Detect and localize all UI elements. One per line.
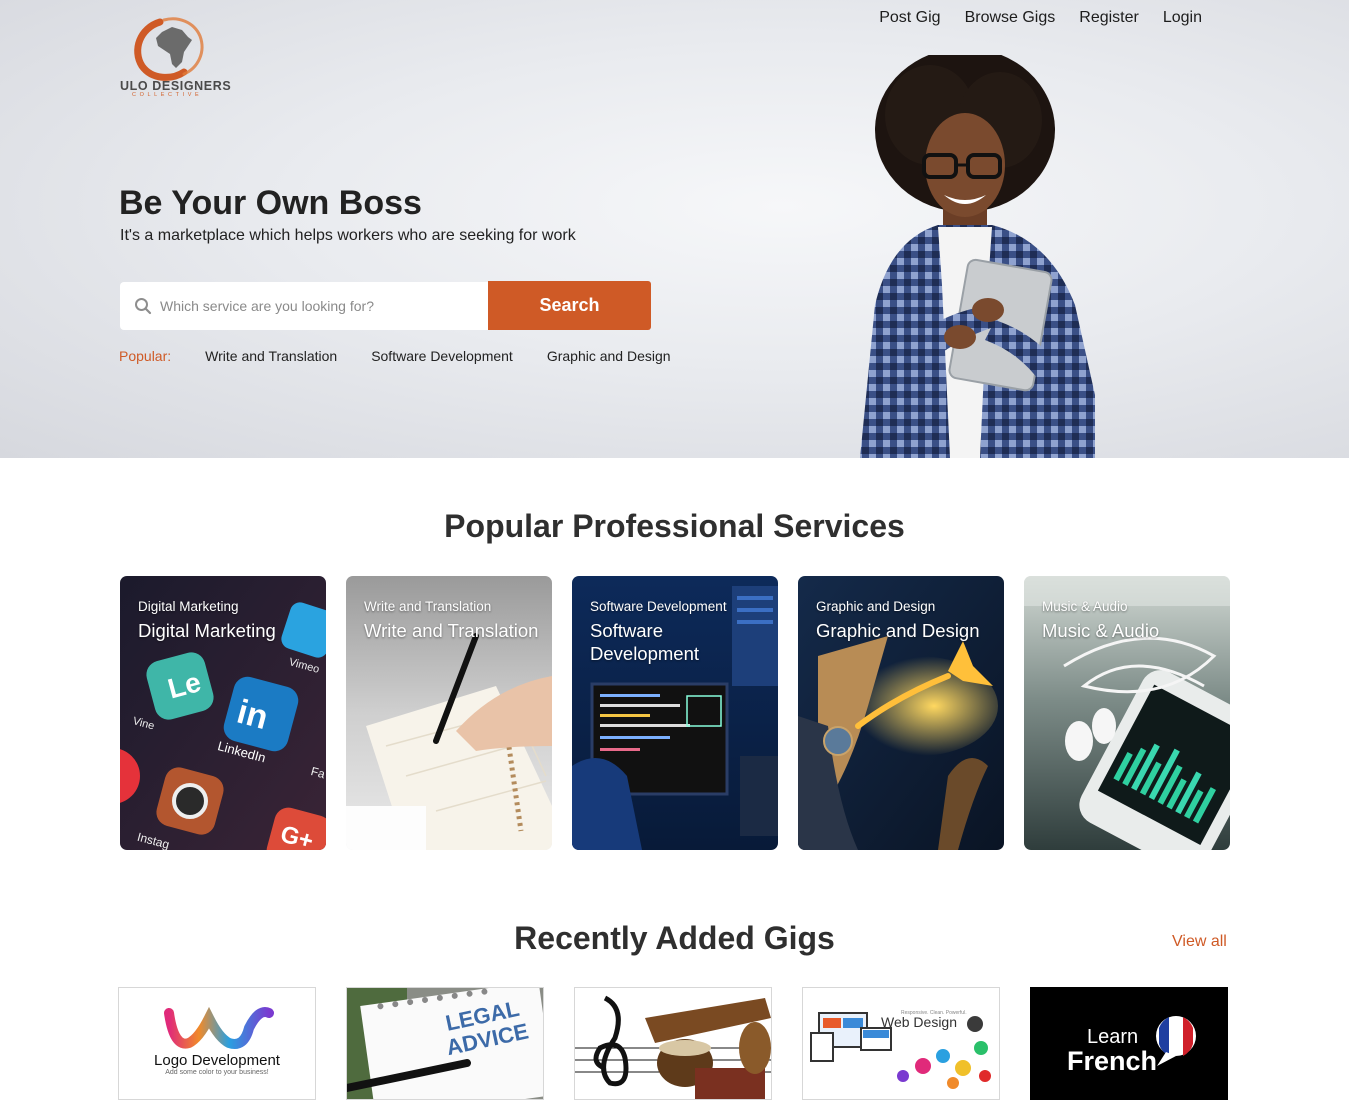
logo-w-icon bbox=[164, 1006, 274, 1049]
card-big-label: Software Development bbox=[590, 620, 700, 664]
search-button[interactable]: Search bbox=[488, 281, 651, 330]
hero-subtitle: It's a marketplace which helps workers w… bbox=[120, 227, 576, 244]
gig-card-learn-french[interactable]: Learn French bbox=[1030, 987, 1228, 1100]
devices-icon bbox=[803, 988, 999, 1099]
service-card-write-translation[interactable]: Write and Translation Write and Translat… bbox=[346, 576, 552, 850]
service-cards: Le in LinkedIn Vine Vimeo G+ Fa Instag D… bbox=[120, 576, 1230, 850]
nav-browse-gigs[interactable]: Browse Gigs bbox=[965, 9, 1056, 27]
popular-link-software[interactable]: Software Development bbox=[371, 348, 513, 364]
card-small-label: Software Development bbox=[590, 599, 727, 614]
hero-section: ULO DESIGNERS COLLECTIVE Post Gig Browse… bbox=[0, 0, 1349, 458]
gig-caption: French bbox=[1067, 1046, 1158, 1076]
hero-person-image bbox=[860, 55, 1095, 458]
search-icon bbox=[135, 298, 152, 315]
gig-list: Logo Development Add some color to your … bbox=[118, 987, 1228, 1100]
services-title: Popular Professional Services bbox=[444, 508, 905, 544]
search-box bbox=[120, 282, 489, 330]
brand-sub: COLLECTIVE bbox=[132, 92, 203, 98]
popular-links: Popular: Write and Translation Software … bbox=[119, 348, 671, 364]
card-big-label: Music & Audio bbox=[1042, 620, 1160, 641]
card-big-label: Graphic and Design bbox=[816, 620, 980, 641]
card-small-label: Music & Audio bbox=[1042, 599, 1128, 614]
gig-card-legal-advice[interactable]: LEGAL ADVICE bbox=[346, 987, 544, 1100]
service-card-digital-marketing[interactable]: Le in LinkedIn Vine Vimeo G+ Fa Instag D… bbox=[120, 576, 326, 850]
earphones-icon bbox=[1024, 576, 1230, 850]
popular-link-graphic[interactable]: Graphic and Design bbox=[547, 348, 671, 364]
card-small-label: Graphic and Design bbox=[816, 599, 936, 614]
music-clef-icon bbox=[575, 988, 771, 1099]
brand-name: ULO DESIGNERS bbox=[120, 79, 232, 93]
view-all-link[interactable]: View all bbox=[1172, 933, 1227, 951]
search-input[interactable] bbox=[160, 283, 489, 329]
gig-card-web-design[interactable]: Responsive. Clean. Powerful. Web Design bbox=[802, 987, 1000, 1100]
card-small-label: Digital Marketing bbox=[138, 599, 239, 614]
gig-card-logo-development[interactable]: Logo Development Add some color to your … bbox=[118, 987, 316, 1100]
gig-tagline: Add some color to your business! bbox=[165, 1069, 269, 1076]
nav-login[interactable]: Login bbox=[1163, 9, 1202, 27]
card-big-label: Write and Translation bbox=[364, 620, 539, 641]
gigs-title: Recently Added Gigs bbox=[514, 920, 835, 956]
card-big-label: Digital Marketing bbox=[138, 620, 276, 641]
nav-post-gig[interactable]: Post Gig bbox=[879, 9, 940, 27]
bird-icon bbox=[798, 576, 1004, 850]
social-icons: Le in LinkedIn Vine Vimeo G+ Fa Instag bbox=[120, 576, 326, 850]
service-card-software-development[interactable]: Software Development Software Developmen… bbox=[572, 576, 778, 850]
service-card-music-audio[interactable]: Music & Audio Music & Audio bbox=[1024, 576, 1230, 850]
pen-icon bbox=[346, 576, 552, 850]
service-card-graphic-design[interactable]: Graphic and Design Graphic and Design bbox=[798, 576, 1004, 850]
popular-link-write[interactable]: Write and Translation bbox=[205, 348, 337, 364]
top-nav: Post Gig Browse Gigs Register Login bbox=[879, 9, 1202, 27]
hero-title: Be Your Own Boss bbox=[119, 184, 422, 222]
gig-card-music-instruments[interactable] bbox=[574, 987, 772, 1100]
card-small-label: Write and Translation bbox=[364, 599, 492, 614]
nav-register[interactable]: Register bbox=[1079, 9, 1139, 27]
gig-caption: Web Design bbox=[881, 1014, 958, 1030]
popular-label: Popular: bbox=[119, 348, 172, 364]
gig-caption: Logo Development bbox=[154, 1052, 280, 1069]
monitor-icon bbox=[572, 576, 778, 850]
